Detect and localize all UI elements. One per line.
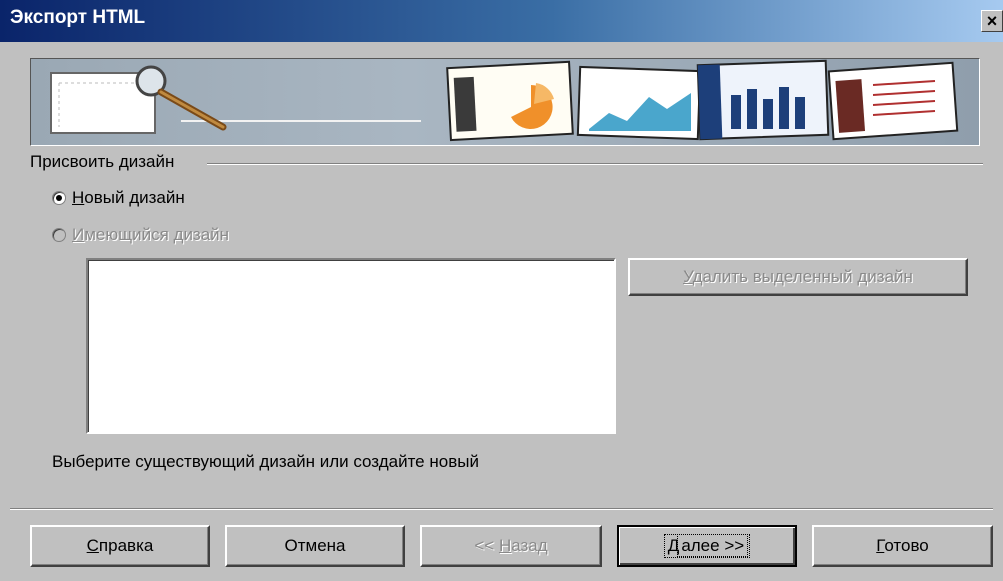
new-design-label: Новый дизайн bbox=[72, 188, 185, 207]
slide-thumbnail-area-icon bbox=[576, 65, 702, 141]
wizard-banner bbox=[30, 58, 980, 146]
button-separator bbox=[10, 508, 993, 510]
slide-thumbnail-pie-icon bbox=[446, 60, 574, 142]
back-button[interactable]: << Назад bbox=[420, 525, 602, 567]
radio-unchecked-icon bbox=[52, 228, 66, 242]
design-group-label: Присвоить дизайн bbox=[30, 152, 175, 171]
close-icon: × bbox=[986, 11, 998, 31]
slide-thumbnail-bar-icon bbox=[696, 59, 830, 141]
delete-selected-design-button[interactable]: Удалить выделенный дизайн bbox=[628, 258, 968, 296]
hint-text: Выберите существующий дизайн или создайт… bbox=[52, 452, 479, 471]
finish-button[interactable]: Готово bbox=[812, 525, 993, 567]
group-divider bbox=[207, 163, 983, 165]
close-button[interactable]: × bbox=[981, 10, 1003, 32]
help-button[interactable]: Справка bbox=[30, 525, 210, 567]
title-bar: Экспорт HTML × bbox=[0, 0, 1003, 42]
existing-design-label: Имеющийся дизайн bbox=[72, 225, 230, 244]
new-design-radio[interactable]: Новый дизайн bbox=[52, 187, 185, 209]
window-title: Экспорт HTML bbox=[10, 7, 146, 28]
banner-illustration bbox=[50, 59, 959, 142]
cancel-button[interactable]: Отмена bbox=[225, 525, 405, 567]
design-list[interactable] bbox=[86, 258, 616, 434]
radio-checked-icon bbox=[52, 191, 66, 205]
next-button[interactable]: Далее >> bbox=[617, 525, 797, 567]
existing-design-radio[interactable]: Имеющийся дизайн bbox=[52, 224, 229, 246]
slide-thumbnail-list-icon bbox=[827, 61, 959, 141]
